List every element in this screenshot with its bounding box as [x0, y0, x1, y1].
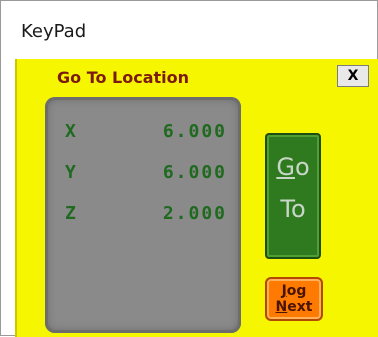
- keypad-client-area: Go To Location X X 6.000 Y 6.000 Z 2.000…: [15, 59, 378, 337]
- axis-row-y: Y 6.000: [45, 162, 241, 192]
- axis-label-z: Z: [65, 203, 77, 224]
- axis-label-y: Y: [65, 162, 77, 183]
- jog-next-button[interactable]: Jog Next: [265, 277, 323, 321]
- jog-line1-rest: og: [286, 283, 307, 299]
- next-accelerator: N: [275, 299, 288, 315]
- go-to-button[interactable]: Go To: [265, 133, 321, 259]
- close-button[interactable]: X: [337, 65, 369, 87]
- jog-button-line2: Next: [267, 299, 321, 315]
- axis-value-z: 2.000: [162, 203, 227, 224]
- title-bar[interactable]: KeyPad: [1, 1, 377, 59]
- position-readout: X 6.000 Y 6.000 Z 2.000: [45, 97, 241, 333]
- axis-label-x: X: [65, 121, 77, 142]
- jog-button-line1: Jog: [267, 283, 321, 299]
- keypad-window: KeyPad Go To Location X X 6.000 Y 6.000 …: [0, 0, 378, 337]
- go-to-button-line2: To: [280, 195, 306, 223]
- go-to-accelerator: G: [276, 153, 295, 181]
- axis-value-y: 6.000: [162, 162, 227, 183]
- window-title: KeyPad: [21, 21, 87, 42]
- axis-row-z: Z 2.000: [45, 203, 241, 233]
- axis-value-x: 6.000: [162, 121, 227, 142]
- axis-row-x: X 6.000: [45, 121, 241, 151]
- go-to-button-line1: Go: [267, 153, 319, 181]
- dialog-title: Go To Location: [57, 68, 190, 87]
- go-to-line1-rest: o: [294, 153, 310, 181]
- jog-line2-rest: ext: [287, 299, 313, 315]
